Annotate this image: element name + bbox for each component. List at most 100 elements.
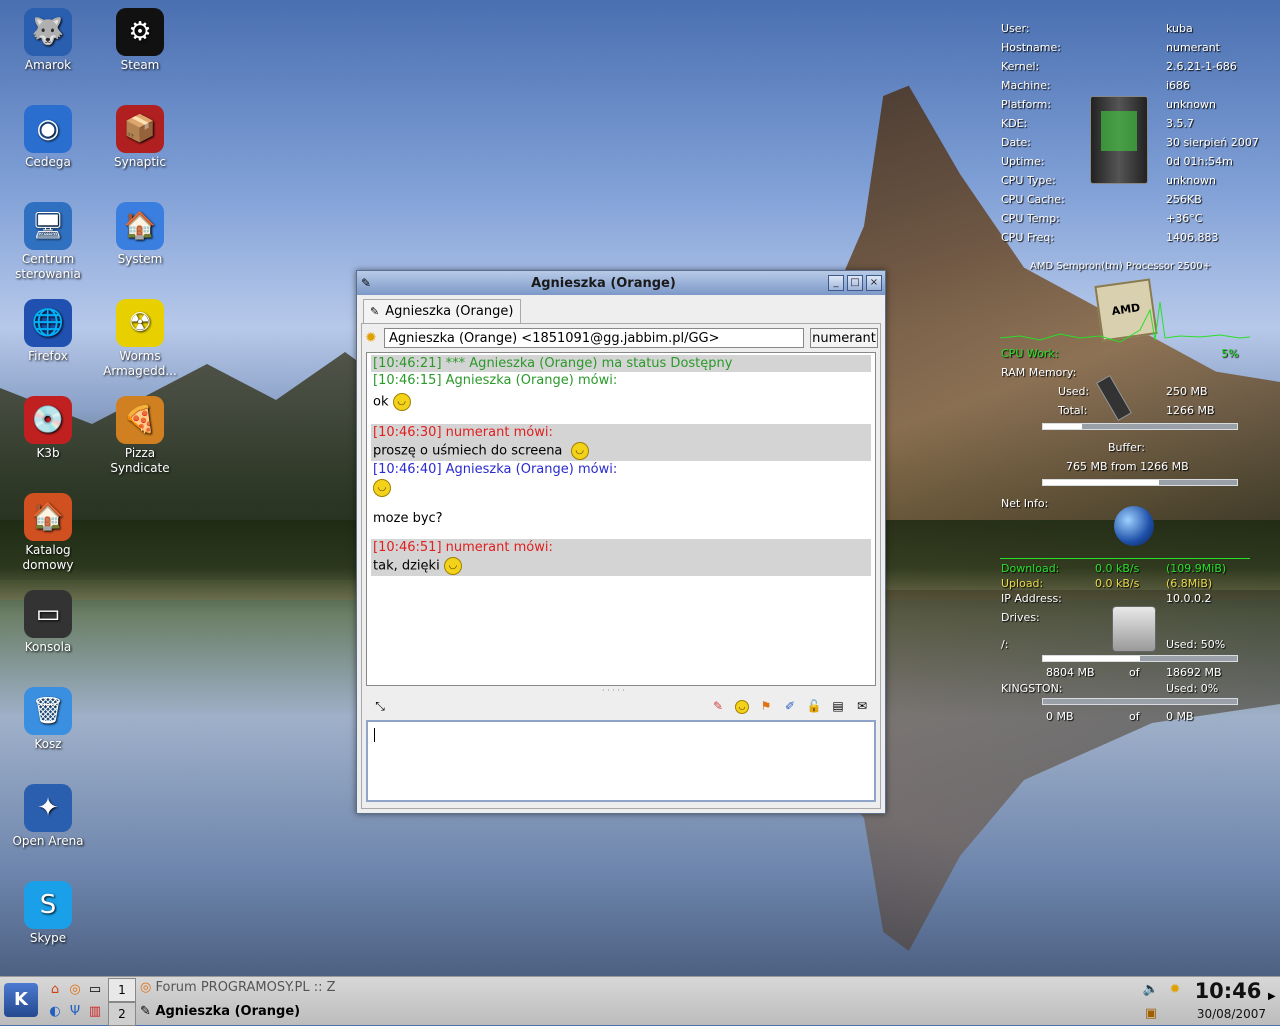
desktop-icon-firefox[interactable]: 🌐 Firefox [2, 299, 94, 364]
kingston-used: Used: 0% [1166, 682, 1219, 695]
desktop-icon-skype[interactable]: S Skype [2, 881, 94, 946]
app-icon: 🏠 [116, 202, 164, 250]
kingston-label: KINGSTON: [1001, 682, 1063, 695]
desktop-icon-label: Steam [120, 58, 160, 72]
klipper-icon[interactable]: ▣ [1142, 1005, 1160, 1023]
konqueror-icon[interactable]: ◐ [46, 1003, 64, 1021]
app-icon: 🌐 [24, 299, 72, 347]
upload-rate: 0.0 kB/s [1095, 577, 1140, 590]
desktop-icon-label: Amarok [24, 58, 72, 72]
sysinfo-value: numerant [1166, 41, 1220, 54]
text-caret [374, 728, 375, 742]
app-icon: ⚙ [116, 8, 164, 56]
cpu-graph [1000, 301, 1250, 343]
desktop-icon-cedega[interactable]: ◉ Cedega [2, 105, 94, 170]
contact-field[interactable]: Agnieszka (Orange) <1851091@gg.jabbim.pl… [384, 328, 804, 348]
window-menu-icon[interactable]: ✎ [361, 276, 379, 290]
hide-panel-arrow[interactable]: ▶ [1268, 991, 1276, 1002]
globe-icon [1114, 506, 1154, 546]
chat-titlebar[interactable]: ✎ Agnieszka (Orange) _ □ × [357, 271, 885, 295]
desktop-icon-label: Worms Armagedd... [103, 349, 177, 378]
splitter-grip[interactable]: · · · · · [602, 686, 625, 695]
nick-button[interactable]: numerant [810, 328, 878, 348]
desktop-icon-k3b[interactable]: 💿 K3b [2, 396, 94, 461]
home-icon[interactable]: ⌂ [46, 981, 64, 999]
buffer-bar [1042, 479, 1238, 486]
chat-message: ◡ [371, 478, 871, 498]
maximize-button[interactable]: □ [847, 275, 863, 291]
cpu-work-value: 5% [1221, 347, 1239, 360]
desktop-icon-katalog-domowy[interactable]: 🏠 Katalog domowy [2, 493, 94, 573]
download-label: Download: [1001, 562, 1060, 575]
status-tray-icon[interactable]: ✹ [1166, 981, 1184, 999]
desktop-icon-pizza-syndicate[interactable]: 🍕 Pizza Syndicate [94, 396, 186, 476]
chat-message: [10:46:15] Agnieszka (Orange) mówi: [373, 373, 618, 388]
buffer-bar-fill [1043, 480, 1160, 485]
kopete-icon[interactable]: Ψ [66, 1003, 84, 1021]
desktop-pager-2[interactable]: 2 [108, 1002, 136, 1026]
desktop-icon-amarok[interactable]: 🐺 Amarok [2, 8, 94, 73]
kingston-free: 0 MB [1046, 710, 1074, 723]
font-color-icon[interactable]: ✎ [710, 698, 726, 714]
info-card-icon[interactable]: ▤ [830, 698, 846, 714]
date[interactable]: 30/08/2007 [1188, 1007, 1266, 1021]
desktop-icon-label: System [117, 252, 163, 266]
k3b-icon[interactable]: ▥ [86, 1003, 104, 1021]
task-forum[interactable]: ◎ Forum PROGRAMOSY.PL :: Z [140, 977, 340, 999]
close-button[interactable]: × [866, 275, 882, 291]
tab-agnieszka[interactable]: ✎ Agnieszka (Orange) [363, 299, 521, 323]
ip-value: 10.0.0.2 [1166, 592, 1212, 605]
lock-icon[interactable]: 🔓 [806, 698, 822, 714]
desktop-icon-system[interactable]: 🏠 System [94, 202, 186, 267]
edit-icon[interactable]: ✐ [782, 698, 798, 714]
desktop-icon-centrum-sterowania[interactable]: 🖥 Centrum sterowania [2, 202, 94, 282]
chat-task-icon: ✎ [140, 1004, 151, 1019]
sysinfo-key: User: [1001, 22, 1030, 35]
ip-label: IP Address: [1001, 592, 1062, 605]
desktop-icon-kosz[interactable]: 🗑 Kosz [2, 687, 94, 752]
sysinfo-key: CPU Temp: [1001, 212, 1060, 225]
app-icon: ▭ [24, 590, 72, 638]
grin-smiley-icon: ◡ [373, 479, 391, 497]
chat-message: [10:46:51] numerant mówi: [371, 539, 871, 556]
desktop-icon-konsola[interactable]: ▭ Konsola [2, 590, 94, 655]
emoticons-icon[interactable]: ◡ [734, 698, 750, 714]
terminal-icon[interactable]: ▭ [86, 981, 104, 999]
minimize-button[interactable]: _ [828, 275, 844, 291]
sysinfo-key: Uptime: [1001, 155, 1045, 168]
desktop-icon-worms-armagedd[interactable]: ☢ Worms Armagedd... [94, 299, 186, 379]
app-icon: ◉ [24, 105, 72, 153]
task-chat[interactable]: ✎ Agnieszka (Orange) [140, 1001, 340, 1023]
tab-label: Agnieszka (Orange) [385, 304, 514, 319]
chat-toolbar: ⤡ ✎ ◡ ⚑ ✐ 🔓 ▤ ✉ [366, 696, 876, 716]
desktop-icon-label: Kosz [34, 737, 62, 751]
message-input[interactable] [366, 720, 876, 802]
net-graph-line [1000, 558, 1250, 559]
firefox-icon[interactable]: ◎ [66, 981, 84, 999]
chat-message: moze byc? [373, 511, 443, 526]
volume-icon[interactable]: 🔈 [1142, 981, 1160, 999]
kingston-bar [1042, 698, 1238, 705]
root-drive-used: Used: 50% [1166, 638, 1226, 651]
sysinfo-key: Hostname: [1001, 41, 1061, 54]
desktop-icon-steam[interactable]: ⚙ Steam [94, 8, 186, 73]
sysinfo-key: Machine: [1001, 79, 1051, 92]
expand-icon[interactable]: ⤡ [372, 698, 388, 714]
clock[interactable]: 10:46 [1188, 979, 1268, 1003]
desktop-pager-1[interactable]: 1 [108, 978, 136, 1002]
root-drive-bar-fill [1043, 656, 1140, 661]
sysinfo-key: Platform: [1001, 98, 1052, 111]
send-file-icon[interactable]: ⚑ [758, 698, 774, 714]
history-icon[interactable]: ✉ [854, 698, 870, 714]
chat-log[interactable]: [10:46:21] *** Agnieszka (Orange) ma sta… [366, 352, 876, 686]
upload-total: (6.8MiB) [1166, 577, 1213, 590]
kde-menu-button[interactable]: K [4, 983, 38, 1017]
desktop-icon-synaptic[interactable]: 📦 Synaptic [94, 105, 186, 170]
desktop-icon-open-arena[interactable]: ✦ Open Arena [2, 784, 94, 849]
ram-total-label: Total: [1058, 404, 1088, 417]
desktop-icon-label: Synaptic [114, 155, 166, 169]
desktop-icon-label: Cedega [25, 155, 71, 169]
root-drive-free: 8804 MB [1046, 666, 1095, 679]
desktop-icon-label: Centrum sterowania [15, 252, 81, 281]
chat-message: ok ◡ [371, 389, 871, 412]
